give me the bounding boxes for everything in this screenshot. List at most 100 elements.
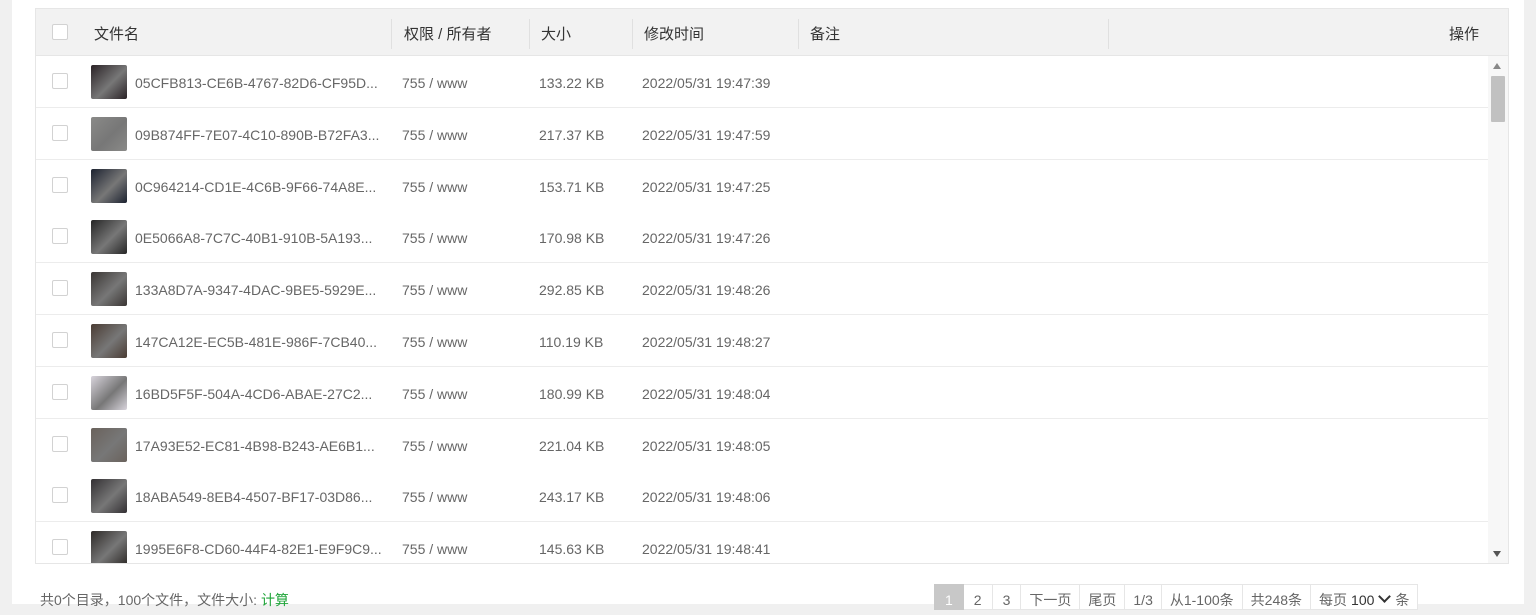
row-checkbox[interactable] [52, 539, 68, 556]
header-size[interactable]: 大小 [541, 9, 571, 55]
file-modified-time: 2022/05/31 19:48:04 [642, 385, 771, 402]
header-operations: 操作 [1449, 26, 1480, 43]
table-row[interactable]: 05CFB813-CE6B-4767-82D6-CF95D... 755 / ww… [36, 56, 1488, 108]
table-row[interactable]: 0E5066A8-7C7C-40B1-910B-5A193... 755 / ww… [36, 211, 1488, 264]
header-permission[interactable]: 权限 / 所有者 [404, 9, 492, 55]
file-name[interactable]: 0C964214-CD1E-4C6B-9F66-74A8E... [135, 160, 376, 211]
file-modified-time: 2022/05/31 19:48:05 [642, 437, 771, 454]
scroll-thumb[interactable] [1491, 76, 1505, 122]
image-thumbnail[interactable] [91, 168, 127, 203]
select-all-checkbox[interactable] [52, 24, 68, 40]
file-permission[interactable]: 755 / www [402, 263, 467, 314]
file-name[interactable]: 16BD5F5F-504A-4CD6-ABAE-27C2... [135, 367, 372, 418]
image-thumbnail[interactable] [91, 220, 127, 255]
file-permission[interactable]: 755 / www [402, 160, 467, 211]
file-name[interactable]: 09B874FF-7E07-4C10-890B-B72FA3... [135, 108, 379, 159]
row-checkbox[interactable] [52, 435, 68, 452]
file-permission[interactable]: 755 / www [402, 367, 467, 418]
row-checkbox[interactable] [52, 73, 68, 89]
summary-text: 共0个目录，100个文件，文件大小: [40, 592, 258, 608]
total-count: 共248条 [1242, 584, 1312, 610]
page-3-button[interactable]: 3 [992, 584, 1022, 610]
file-modified-time: 2022/05/31 19:47:39 [642, 75, 771, 91]
row-checkbox[interactable] [52, 280, 68, 297]
table-row[interactable]: 16BD5F5F-504A-4CD6-ABAE-27C2... 755 / www… [36, 366, 1488, 419]
table-row[interactable]: 09B874FF-7E07-4C10-890B-B72FA3... 755 / w… [36, 107, 1488, 160]
column-divider[interactable] [632, 19, 633, 49]
table-header: 文件名 权限 / 所有者 大小 修改时间 备注 操作 [36, 9, 1508, 56]
table-row[interactable]: 133A8D7A-9347-4DAC-9BE5-5929E... 755 / ww… [36, 263, 1488, 316]
column-divider[interactable] [1108, 19, 1109, 49]
file-permission[interactable]: 755 / www [402, 56, 467, 107]
column-divider[interactable] [391, 19, 392, 49]
file-size: 110.19 KB [539, 334, 604, 350]
file-size: 153.71 KB [539, 178, 605, 195]
file-size: 243.17 KB [539, 489, 605, 506]
file-name[interactable]: 17A93E52-EC81-4B98-B243-AE6B1... [135, 419, 375, 470]
header-note[interactable]: 备注 [810, 9, 840, 55]
row-checkbox[interactable] [52, 124, 68, 141]
image-thumbnail[interactable] [91, 427, 127, 462]
column-divider[interactable] [798, 19, 799, 49]
image-thumbnail[interactable] [91, 116, 127, 151]
file-permission[interactable]: 755 / www [402, 211, 467, 262]
per-page-value[interactable]: 100 [1351, 585, 1374, 615]
file-name[interactable]: 0E5066A8-7C7C-40B1-910B-5A193... [135, 211, 372, 262]
file-size: 292.85 KB [539, 282, 605, 299]
file-name[interactable]: 1995E6F8-CD60-44F4-82E1-E9F9C9... [135, 522, 382, 563]
next-page-button[interactable]: 下一页 [1021, 584, 1081, 610]
image-thumbnail[interactable] [91, 375, 127, 410]
row-checkbox[interactable] [52, 176, 68, 193]
image-thumbnail[interactable] [91, 324, 127, 358]
file-modified-time: 2022/05/31 19:48:27 [642, 334, 771, 350]
file-permission[interactable]: 755 / www [402, 108, 467, 159]
table-row[interactable]: 18ABA549-8EB4-4507-BF17-03D86... 755 / ww… [36, 470, 1488, 523]
table-row[interactable]: 147CA12E-EC5B-481E-986F-7CB40... 755 / ww… [36, 315, 1488, 367]
table-row[interactable]: 0C964214-CD1E-4C6B-9F66-74A8E... 755 / ww… [36, 159, 1488, 212]
page-1-button[interactable]: 1 [934, 584, 964, 610]
header-filename[interactable]: 文件名 [94, 9, 139, 55]
image-thumbnail[interactable] [91, 479, 127, 514]
table-row[interactable]: 17A93E52-EC81-4B98-B243-AE6B1... 755 / ww… [36, 418, 1488, 471]
file-permission[interactable]: 755 / www [402, 315, 467, 366]
file-modified-time: 2022/05/31 19:47:59 [642, 126, 771, 143]
pagination: 1 2 3 下一页 尾页 1/3 从1-100条 共248条 每页 100 条 [934, 584, 1419, 610]
column-divider[interactable] [529, 19, 530, 49]
file-size: 170.98 KB [539, 230, 605, 247]
page-2-button[interactable]: 2 [963, 584, 993, 610]
file-name[interactable]: 05CFB813-CE6B-4767-82D6-CF95D... [135, 56, 378, 107]
image-thumbnail[interactable] [91, 65, 127, 99]
file-size: 221.04 KB [539, 437, 605, 454]
image-thumbnail[interactable] [91, 272, 127, 307]
row-checkbox[interactable] [52, 332, 68, 348]
chevron-down-icon[interactable] [1378, 590, 1392, 603]
per-page-unit: 条 [1395, 592, 1410, 608]
last-page-button[interactable]: 尾页 [1080, 584, 1126, 610]
calculate-size-link[interactable]: 计算 [261, 592, 289, 608]
file-size: 217.37 KB [539, 126, 605, 143]
file-size: 133.22 KB [539, 75, 605, 91]
file-table: 文件名 权限 / 所有者 大小 修改时间 备注 操作 05CFB813-CE6B… [35, 8, 1509, 564]
row-checkbox[interactable] [52, 487, 68, 504]
table-row[interactable]: 1995E6F8-CD60-44F4-82E1-E9F9C9... 755 / w… [36, 522, 1488, 563]
row-checkbox[interactable] [52, 383, 68, 400]
file-modified-time: 2022/05/31 19:48:06 [642, 489, 771, 506]
vertical-scrollbar[interactable] [1488, 56, 1508, 563]
scroll-down-arrow-icon[interactable] [1493, 551, 1501, 557]
file-name[interactable]: 18ABA549-8EB4-4507-BF17-03D86... [135, 470, 372, 521]
header-modified-time[interactable]: 修改时间 [644, 9, 704, 55]
row-checkbox[interactable] [52, 228, 68, 245]
per-page-label: 每页 [1319, 592, 1348, 608]
per-page-selector[interactable]: 每页 100 条 [1311, 584, 1419, 610]
file-permission[interactable]: 755 / www [402, 419, 467, 470]
image-thumbnail[interactable] [91, 531, 127, 563]
file-permission[interactable]: 755 / www [402, 470, 467, 521]
file-manager-panel: 文件名 权限 / 所有者 大小 修改时间 备注 操作 05CFB813-CE6B… [12, 0, 1524, 604]
file-permission[interactable]: 755 / www [402, 522, 467, 563]
file-modified-time: 2022/05/31 19:47:25 [642, 178, 771, 195]
file-name[interactable]: 147CA12E-EC5B-481E-986F-7CB40... [135, 315, 377, 366]
scroll-up-arrow-icon[interactable] [1493, 63, 1501, 69]
file-name[interactable]: 133A8D7A-9347-4DAC-9BE5-5929E... [135, 263, 376, 314]
file-size: 180.99 KB [539, 385, 605, 402]
table-body: 05CFB813-CE6B-4767-82D6-CF95D... 755 / ww… [36, 56, 1488, 563]
